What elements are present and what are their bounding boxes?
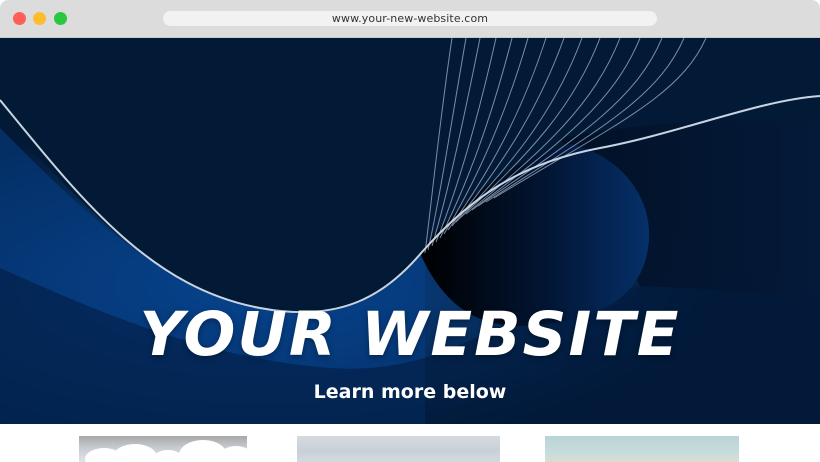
- browser-window: www.your-new-website.com YOUR WEBSITE Le…: [0, 0, 820, 462]
- close-window-button[interactable]: [13, 12, 26, 25]
- address-bar-url: www.your-new-website.com: [331, 12, 489, 25]
- browser-titlebar: www.your-new-website.com: [0, 0, 820, 38]
- minimize-window-button[interactable]: [33, 12, 46, 25]
- address-bar[interactable]: www.your-new-website.com: [163, 11, 657, 26]
- pale-sky-image[interactable]: [545, 436, 739, 462]
- cloudy-sky-image[interactable]: [79, 436, 247, 462]
- hero-title: YOUR WEBSITE: [139, 299, 681, 370]
- hero-banner: YOUR WEBSITE Learn more below: [0, 38, 820, 424]
- zoom-window-button[interactable]: [54, 12, 67, 25]
- overcast-sky-image[interactable]: [297, 436, 500, 462]
- hero-subtitle[interactable]: Learn more below: [0, 383, 820, 402]
